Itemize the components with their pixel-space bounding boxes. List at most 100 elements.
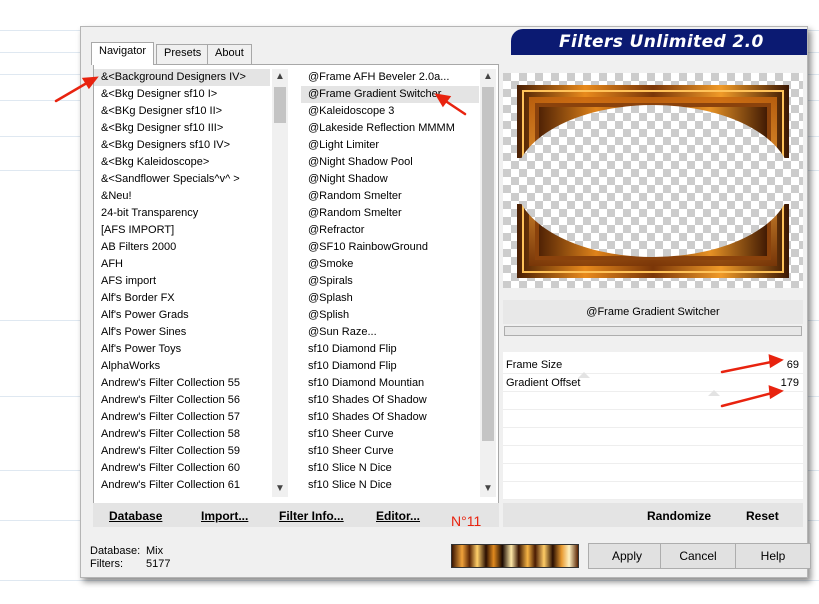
tab-navigator[interactable]: Navigator: [91, 42, 155, 65]
tab-presets[interactable]: Presets: [156, 44, 210, 64]
list-item[interactable]: @Kaleidoscope 3: [301, 103, 479, 120]
list-item[interactable]: AFS import: [94, 273, 270, 290]
list-item[interactable]: @Night Shadow: [301, 171, 479, 188]
list-item[interactable]: @Light Limiter: [301, 137, 479, 154]
list-item[interactable]: &<Background Designers IV>: [94, 69, 270, 86]
list-item[interactable]: @Lakeside Reflection MMMM: [301, 120, 479, 137]
gradient-strip: [451, 544, 579, 568]
param-label: Frame Size: [506, 359, 563, 371]
list-item[interactable]: @Splish: [301, 307, 479, 324]
list-item[interactable]: 24-bit Transparency: [94, 205, 270, 222]
param-row-empty: [503, 392, 803, 410]
list-item[interactable]: &Neu!: [94, 188, 270, 205]
param-row-empty: [503, 446, 803, 464]
reset-button[interactable]: Reset: [746, 509, 779, 523]
filter-info-button[interactable]: Filter Info...: [279, 509, 344, 523]
selected-filter-name: @Frame Gradient Switcher: [503, 300, 803, 324]
scroll-down-icon[interactable]: ▼: [272, 481, 288, 497]
param-value[interactable]: 69: [787, 359, 799, 371]
help-button[interactable]: Help: [735, 543, 811, 569]
list-item[interactable]: &<Bkg Designer sf10 I>: [94, 86, 270, 103]
list-item[interactable]: sf10 Sheer Curve: [301, 443, 479, 460]
list-item[interactable]: @Random Smelter: [301, 188, 479, 205]
list-item[interactable]: sf10 Sheer Curve: [301, 426, 479, 443]
list-item[interactable]: Andrew's Filter Collection 55: [94, 375, 270, 392]
list-item[interactable]: sf10 Diamond Mountian: [301, 375, 479, 392]
param-row-frame-size[interactable]: Frame Size 69: [503, 356, 803, 378]
list-item[interactable]: sf10 Shades Of Shadow: [301, 392, 479, 409]
scrollbar-thumb[interactable]: [274, 87, 286, 123]
list-item[interactable]: @Spirals: [301, 273, 479, 290]
list-item[interactable]: &<BKg Designer sf10 II>: [94, 103, 270, 120]
list-item[interactable]: sf10 Shades Of Shadow: [301, 409, 479, 426]
list-item[interactable]: @Sun Raze...: [301, 324, 479, 341]
param-row-empty: [503, 410, 803, 428]
scrollbar-thumb[interactable]: [482, 87, 494, 441]
filters-label: Filters:: [90, 558, 123, 570]
list-item[interactable]: sf10 Square Bump: [301, 494, 479, 497]
list-item[interactable]: AFH: [94, 256, 270, 273]
filter-list: @Frame AFH Beveler 2.0a... @Frame Gradien…: [301, 69, 479, 497]
param-row-empty: [503, 482, 803, 500]
list-item[interactable]: sf10 Diamond Flip: [301, 341, 479, 358]
list-item[interactable]: Andrew's Filter Collection 56: [94, 392, 270, 409]
list-item[interactable]: &<Bkg Kaleidoscope>: [94, 154, 270, 171]
list-item[interactable]: [AFS IMPORT]: [94, 222, 270, 239]
list-item[interactable]: @Splash: [301, 290, 479, 307]
list-item[interactable]: Andrew's Filter Collection 62: [94, 494, 270, 497]
list-item[interactable]: &<Bkg Designers sf10 IV>: [94, 137, 270, 154]
database-button[interactable]: Database: [109, 509, 162, 523]
list-item[interactable]: Andrew's Filter Collection 58: [94, 426, 270, 443]
database-label: Database:: [90, 545, 141, 557]
list-item[interactable]: sf10 Diamond Flip: [301, 358, 479, 375]
list-item[interactable]: sf10 Slice N Dice: [301, 477, 479, 494]
list-item[interactable]: AlphaWorks: [94, 358, 270, 375]
tab-about[interactable]: About: [207, 44, 252, 64]
list-item[interactable]: @Night Shadow Pool: [301, 154, 479, 171]
list-item[interactable]: &<Sandflower Specials^v^ >: [94, 171, 270, 188]
param-value[interactable]: 179: [781, 377, 799, 389]
param-row-gradient-offset[interactable]: Gradient Offset 179: [503, 374, 803, 396]
param-row-empty: [503, 428, 803, 446]
list-item[interactable]: Andrew's Filter Collection 57: [94, 409, 270, 426]
list-item[interactable]: Alf's Power Sines: [94, 324, 270, 341]
filters-count: 5177: [146, 558, 171, 570]
editor-button[interactable]: Editor...: [376, 509, 420, 523]
list-item[interactable]: sf10 Slice N Dice: [301, 460, 479, 477]
list-item[interactable]: Alf's Border FX: [94, 290, 270, 307]
scroll-up-icon[interactable]: ▲: [272, 69, 288, 85]
background-line: [0, 580, 819, 581]
list-item[interactable]: Andrew's Filter Collection 61: [94, 477, 270, 494]
randomize-button[interactable]: Randomize: [647, 509, 711, 523]
list-item[interactable]: Alf's Power Toys: [94, 341, 270, 358]
progress-bar: [504, 326, 802, 336]
app-title-banner: Filters Unlimited 2.0: [511, 29, 807, 55]
list-item[interactable]: @Frame AFH Beveler 2.0a...: [301, 69, 479, 86]
list-item[interactable]: @SF10 RainbowGround: [301, 239, 479, 256]
category-scrollbar[interactable]: ▲ ▼: [272, 69, 288, 497]
list-item[interactable]: &<Bkg Designer sf10 III>: [94, 120, 270, 137]
import-button[interactable]: Import...: [201, 509, 248, 523]
list-item[interactable]: Alf's Power Grads: [94, 307, 270, 324]
list-item[interactable]: Andrew's Filter Collection 59: [94, 443, 270, 460]
filters-unlimited-dialog: Filters Unlimited 2.0 Navigator Presets …: [80, 26, 811, 578]
cancel-button[interactable]: Cancel: [660, 543, 736, 569]
list-item[interactable]: @Smoke: [301, 256, 479, 273]
param-row-empty: [503, 464, 803, 482]
database-value: Mix: [146, 545, 164, 557]
preview-area: [503, 73, 803, 288]
filter-scrollbar[interactable]: ▲ ▼: [480, 69, 496, 497]
frame-preview-image: [503, 73, 803, 288]
scroll-up-icon[interactable]: ▲: [480, 69, 496, 85]
list-item[interactable]: @Refractor: [301, 222, 479, 239]
param-label: Gradient Offset: [506, 377, 581, 389]
list-item[interactable]: AB Filters 2000: [94, 239, 270, 256]
scroll-down-icon[interactable]: ▼: [480, 481, 496, 497]
list-item[interactable]: Andrew's Filter Collection 60: [94, 460, 270, 477]
list-item[interactable]: @Frame Gradient Switcher: [301, 86, 479, 103]
category-list: &<Background Designers IV> &<Bkg Designer…: [94, 69, 270, 497]
parameter-list: Frame Size 69 Gradient Offset 179: [503, 352, 803, 500]
apply-button[interactable]: Apply: [588, 543, 666, 569]
tutorial-step-label: N°11: [451, 513, 482, 529]
list-item[interactable]: @Random Smelter: [301, 205, 479, 222]
